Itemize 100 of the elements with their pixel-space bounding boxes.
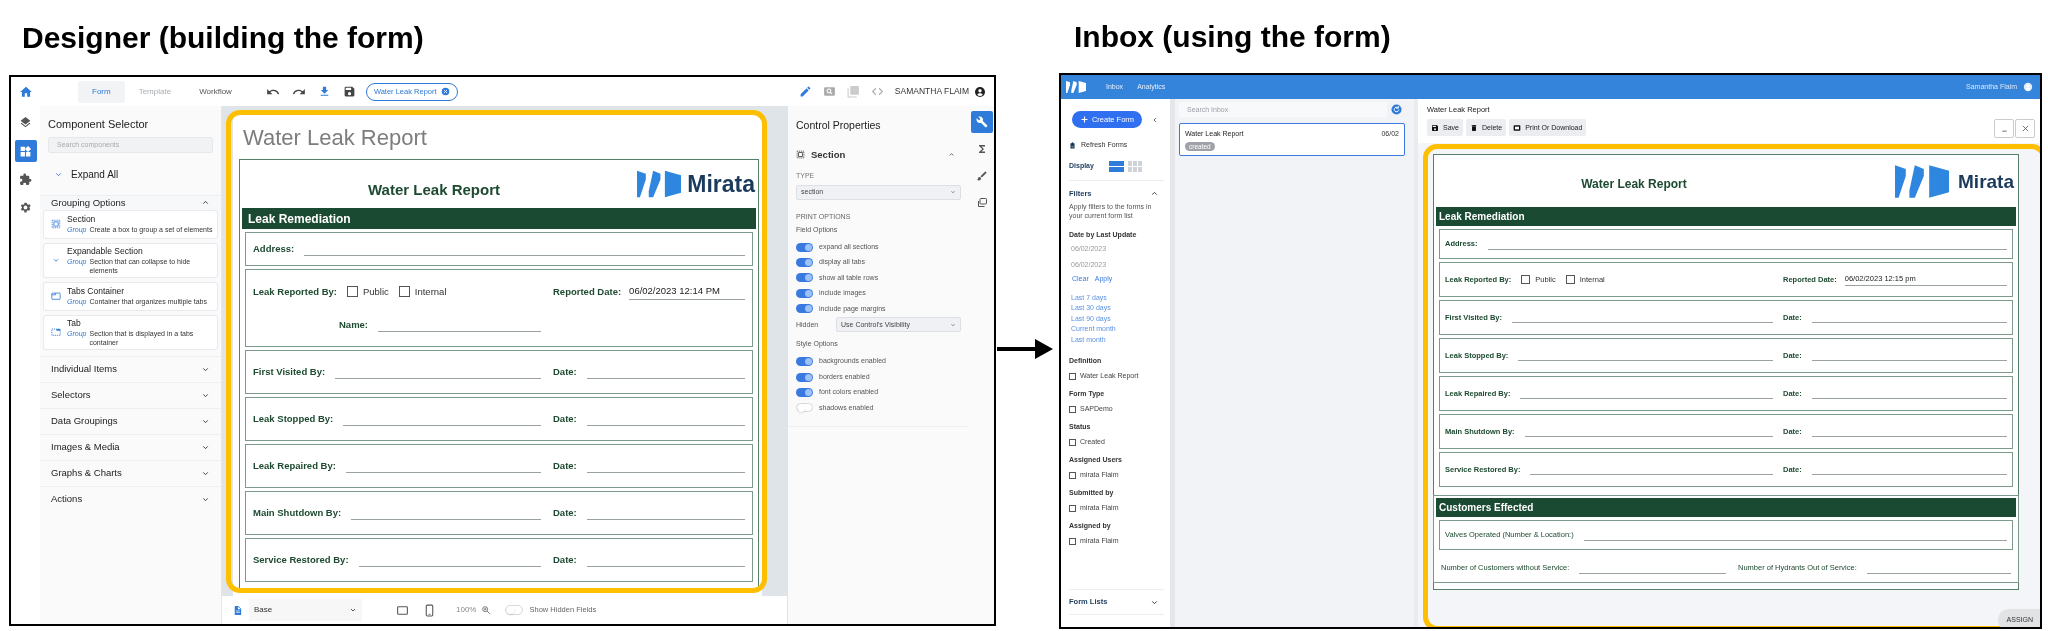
component-title: Tab bbox=[67, 317, 82, 329]
plus-icon bbox=[1079, 115, 1089, 124]
field-label: Leak Stopped By: bbox=[253, 411, 334, 426]
puzzle-icon bbox=[19, 172, 32, 186]
pencil-icon[interactable] bbox=[798, 85, 812, 98]
rail-button[interactable] bbox=[14, 140, 37, 162]
checkbox[interactable] bbox=[1521, 275, 1531, 284]
tablet-icon[interactable] bbox=[396, 603, 409, 617]
layers-icon bbox=[19, 116, 32, 130]
checkbox[interactable] bbox=[1069, 504, 1076, 512]
section-icon bbox=[796, 150, 805, 160]
form-title: Water Leak Report bbox=[367, 179, 501, 200]
chevron-down-icon bbox=[950, 321, 956, 328]
rail-button[interactable] bbox=[970, 111, 993, 133]
print-icon bbox=[1513, 123, 1522, 132]
section-header: Leak Remediation bbox=[1436, 207, 2016, 226]
field-label: First Visited By: bbox=[253, 364, 326, 379]
tabs-icon bbox=[51, 291, 61, 302]
close-button[interactable] bbox=[2015, 119, 2035, 138]
toggle-switch[interactable] bbox=[796, 357, 813, 367]
form-title: Water Leak Report bbox=[1580, 176, 1688, 193]
checkbox[interactable] bbox=[1069, 537, 1076, 545]
tab-icon bbox=[51, 327, 61, 338]
wrench-icon bbox=[975, 116, 988, 128]
phone-icon[interactable] bbox=[423, 603, 436, 617]
checkbox[interactable] bbox=[1069, 372, 1076, 380]
option-label: Internal bbox=[414, 284, 447, 299]
toggle-switch[interactable] bbox=[796, 242, 813, 252]
panel-title: Control Properties bbox=[796, 118, 882, 133]
logo-icon bbox=[637, 169, 682, 199]
clipboard-icon bbox=[1069, 141, 1076, 149]
input-field[interactable]: 06/02/2023 12:14 PM bbox=[629, 284, 745, 300]
checkbox[interactable] bbox=[1565, 275, 1575, 284]
toggle-switch[interactable] bbox=[796, 288, 813, 298]
expand-all-button[interactable]: Expand All bbox=[40, 159, 221, 190]
toggle-switch[interactable] bbox=[796, 258, 813, 268]
checkbox[interactable] bbox=[1069, 471, 1076, 479]
component-title: Tabs Container bbox=[67, 286, 126, 298]
toggle-switch[interactable] bbox=[505, 605, 524, 615]
file-icon[interactable] bbox=[232, 604, 243, 616]
field-label: Date: bbox=[553, 505, 577, 520]
list-view-button[interactable] bbox=[1109, 160, 1124, 172]
field-label: Address: bbox=[253, 241, 295, 256]
page-heading: Inbox (using the form) bbox=[1074, 19, 1391, 55]
brush-icon bbox=[975, 170, 988, 182]
toggle-switch[interactable] bbox=[796, 403, 813, 413]
user-name: SAMANTHA FLAIM bbox=[894, 85, 969, 98]
toggle-switch[interactable] bbox=[796, 387, 813, 397]
page-heading: Designer (building the form) bbox=[22, 20, 424, 56]
search-icon[interactable] bbox=[822, 85, 836, 98]
field-label: Date: bbox=[553, 411, 577, 426]
home-icon[interactable] bbox=[19, 84, 33, 99]
tab[interactable]: Workflow bbox=[185, 80, 246, 103]
save-icon[interactable] bbox=[342, 85, 356, 98]
toggle-switch[interactable] bbox=[796, 273, 813, 283]
chevron-left-icon[interactable] bbox=[1151, 115, 1159, 124]
component-title: Section bbox=[67, 214, 97, 226]
field-label: Date: bbox=[553, 552, 577, 567]
panel-title: Component Selector bbox=[48, 117, 150, 132]
close-icon bbox=[2020, 124, 2030, 133]
field-label: Main Shutdown By: bbox=[253, 505, 342, 520]
section-header: Leak Remediation bbox=[242, 208, 756, 229]
field-label: Leak Repaired By: bbox=[253, 458, 336, 473]
toggle-switch[interactable] bbox=[796, 372, 813, 382]
refresh-icon[interactable] bbox=[1391, 104, 1402, 115]
chevron-up-icon[interactable] bbox=[948, 151, 955, 159]
field-label: Service Restored By: bbox=[253, 552, 349, 567]
checkbox[interactable] bbox=[1069, 405, 1076, 413]
widgets-icon bbox=[19, 144, 32, 158]
zoom-in-icon[interactable] bbox=[481, 605, 492, 615]
code-icon[interactable] bbox=[870, 85, 884, 98]
checkbox[interactable] bbox=[346, 286, 358, 298]
logo-icon bbox=[1066, 80, 1086, 94]
chevron-down-icon bbox=[54, 170, 63, 179]
section-header: Customers Effected bbox=[1436, 498, 2016, 517]
close-icon[interactable] bbox=[440, 87, 450, 96]
settings-icon bbox=[19, 200, 32, 214]
logo-icon bbox=[1895, 162, 1950, 200]
logo-text: Mirata bbox=[687, 172, 755, 196]
logo-text: Mirata bbox=[1958, 171, 2014, 191]
tab[interactable]: Form bbox=[78, 80, 125, 103]
toggle-switch[interactable] bbox=[796, 304, 813, 314]
checkbox[interactable] bbox=[398, 286, 410, 298]
view-select[interactable]: Base bbox=[249, 599, 362, 621]
page-title: Water Leak Report bbox=[242, 124, 428, 152]
copy-icon bbox=[975, 197, 988, 209]
field-label: Date: bbox=[553, 458, 577, 473]
zoom-level: 100% bbox=[456, 604, 477, 616]
group-header[interactable]: Grouping Options bbox=[40, 194, 221, 210]
field-label: Leak Reported By: bbox=[253, 284, 337, 299]
account-icon[interactable] bbox=[974, 85, 986, 98]
save-icon bbox=[1431, 123, 1439, 132]
chevron-down-icon bbox=[349, 606, 357, 614]
section-title: Section bbox=[811, 147, 846, 162]
section-icon bbox=[51, 219, 61, 230]
chevron-down-icon bbox=[950, 189, 956, 195]
checkbox[interactable] bbox=[1069, 438, 1076, 446]
field-label: Reported Date: bbox=[553, 285, 622, 300]
component-title: Expandable Section bbox=[67, 245, 144, 257]
field-label: Name: bbox=[339, 317, 369, 332]
